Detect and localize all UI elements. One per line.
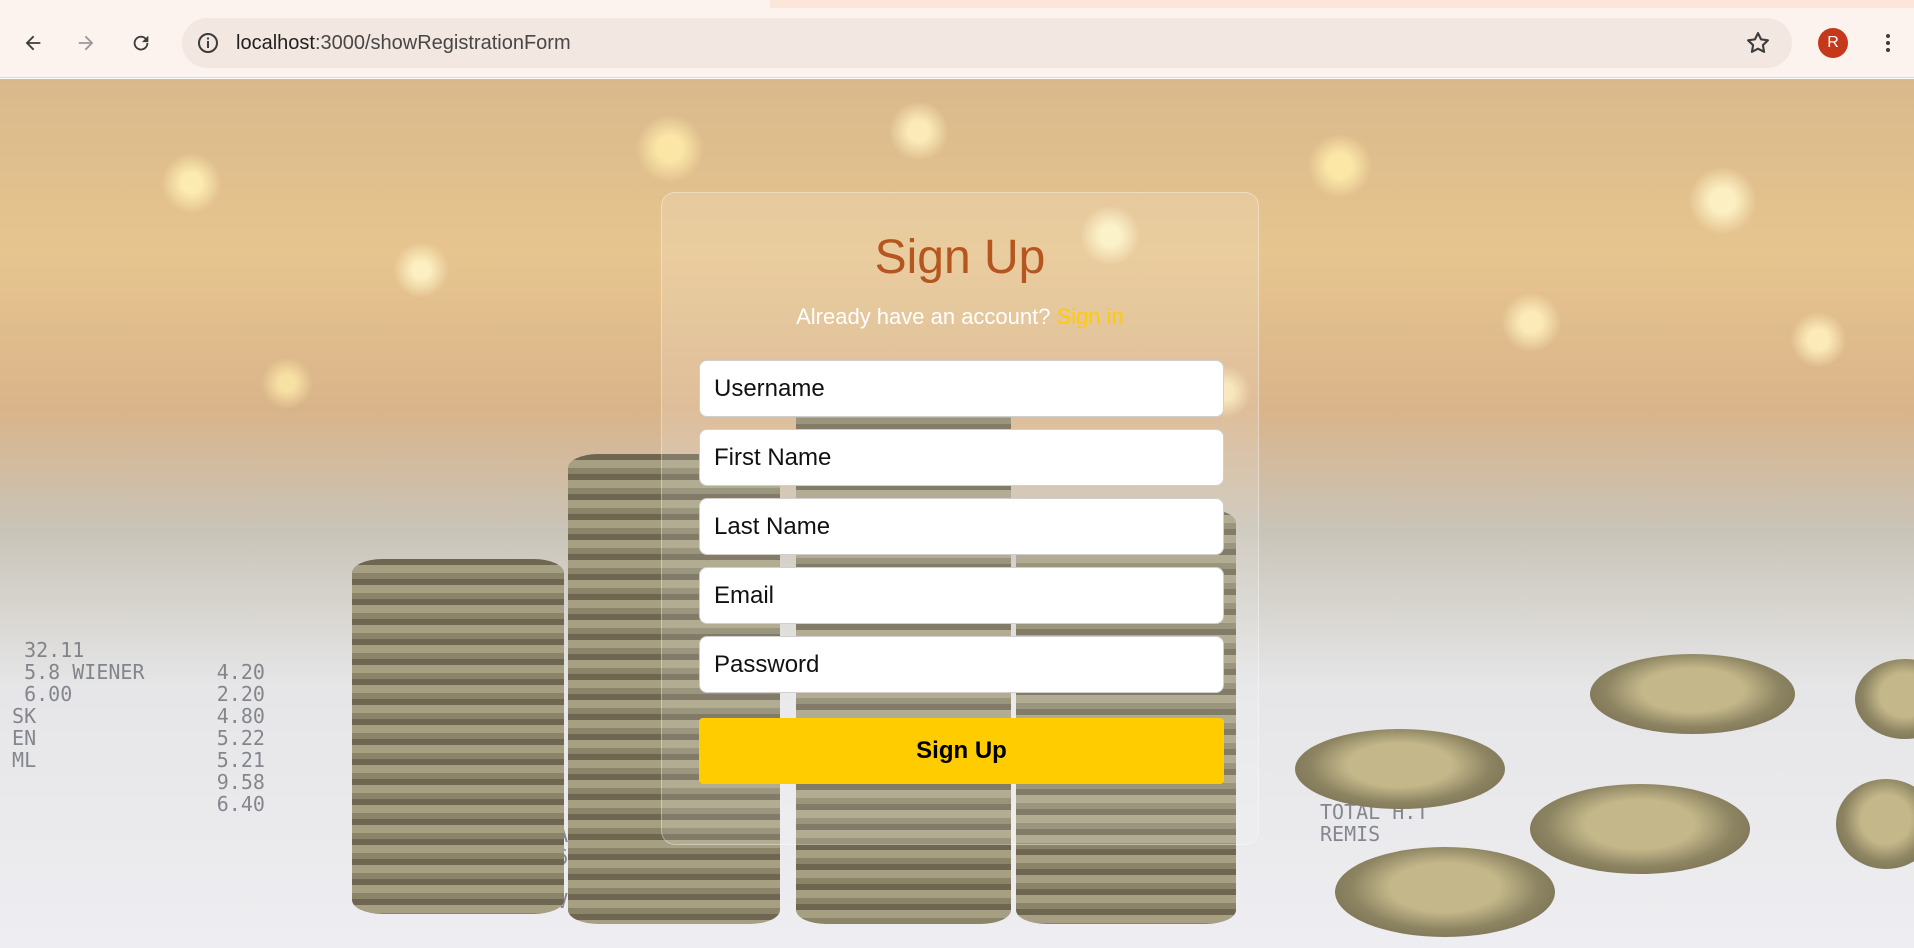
coin	[1855, 659, 1914, 739]
receipt-decoration: 32.11 5.8 WIENER 4.20 6.00 2.20 SK 4.80 …	[12, 638, 265, 816]
arrow-right-icon	[78, 35, 94, 51]
reload-button[interactable]	[124, 26, 158, 60]
signin-prompt-text: Already have an account?	[796, 304, 1051, 329]
arrow-left-icon	[25, 35, 41, 51]
url-text[interactable]: localhost:3000/showRegistrationForm	[236, 32, 571, 55]
last-name-field[interactable]	[699, 498, 1224, 555]
page-title: Sign Up	[874, 231, 1046, 284]
signin-link[interactable]: Sign in	[1057, 304, 1124, 329]
profile-avatar[interactable]: R	[1818, 28, 1848, 58]
coin-stack	[352, 559, 564, 914]
signup-card: Sign Up Already have an account? Sign in…	[661, 192, 1259, 845]
info-icon[interactable]	[196, 31, 220, 55]
first-name-field[interactable]	[699, 429, 1224, 486]
signin-prompt: Already have an account? Sign in	[662, 304, 1258, 330]
back-button[interactable]	[16, 26, 50, 60]
star-icon[interactable]	[1744, 29, 1772, 57]
reload-icon	[133, 35, 149, 51]
coin	[1295, 729, 1505, 809]
coin	[1335, 847, 1555, 937]
kebab-menu-icon[interactable]	[1873, 26, 1903, 60]
signup-button[interactable]: Sign Up	[699, 718, 1224, 784]
browser-toolbar: localhost:3000/showRegistrationForm R	[0, 8, 1914, 78]
password-field[interactable]	[699, 636, 1224, 693]
url-host: localhost	[236, 32, 315, 54]
url-path: :3000/showRegistrationForm	[314, 32, 571, 54]
forward-button[interactable]	[69, 26, 103, 60]
coin	[1590, 654, 1795, 734]
email-field[interactable]	[699, 567, 1224, 624]
active-tab[interactable]	[0, 0, 770, 8]
coin	[1836, 779, 1914, 869]
username-field[interactable]	[699, 360, 1224, 417]
address-bar[interactable]: localhost:3000/showRegistrationForm	[182, 18, 1792, 68]
tab-strip	[0, 0, 1914, 8]
coin	[1530, 784, 1750, 874]
